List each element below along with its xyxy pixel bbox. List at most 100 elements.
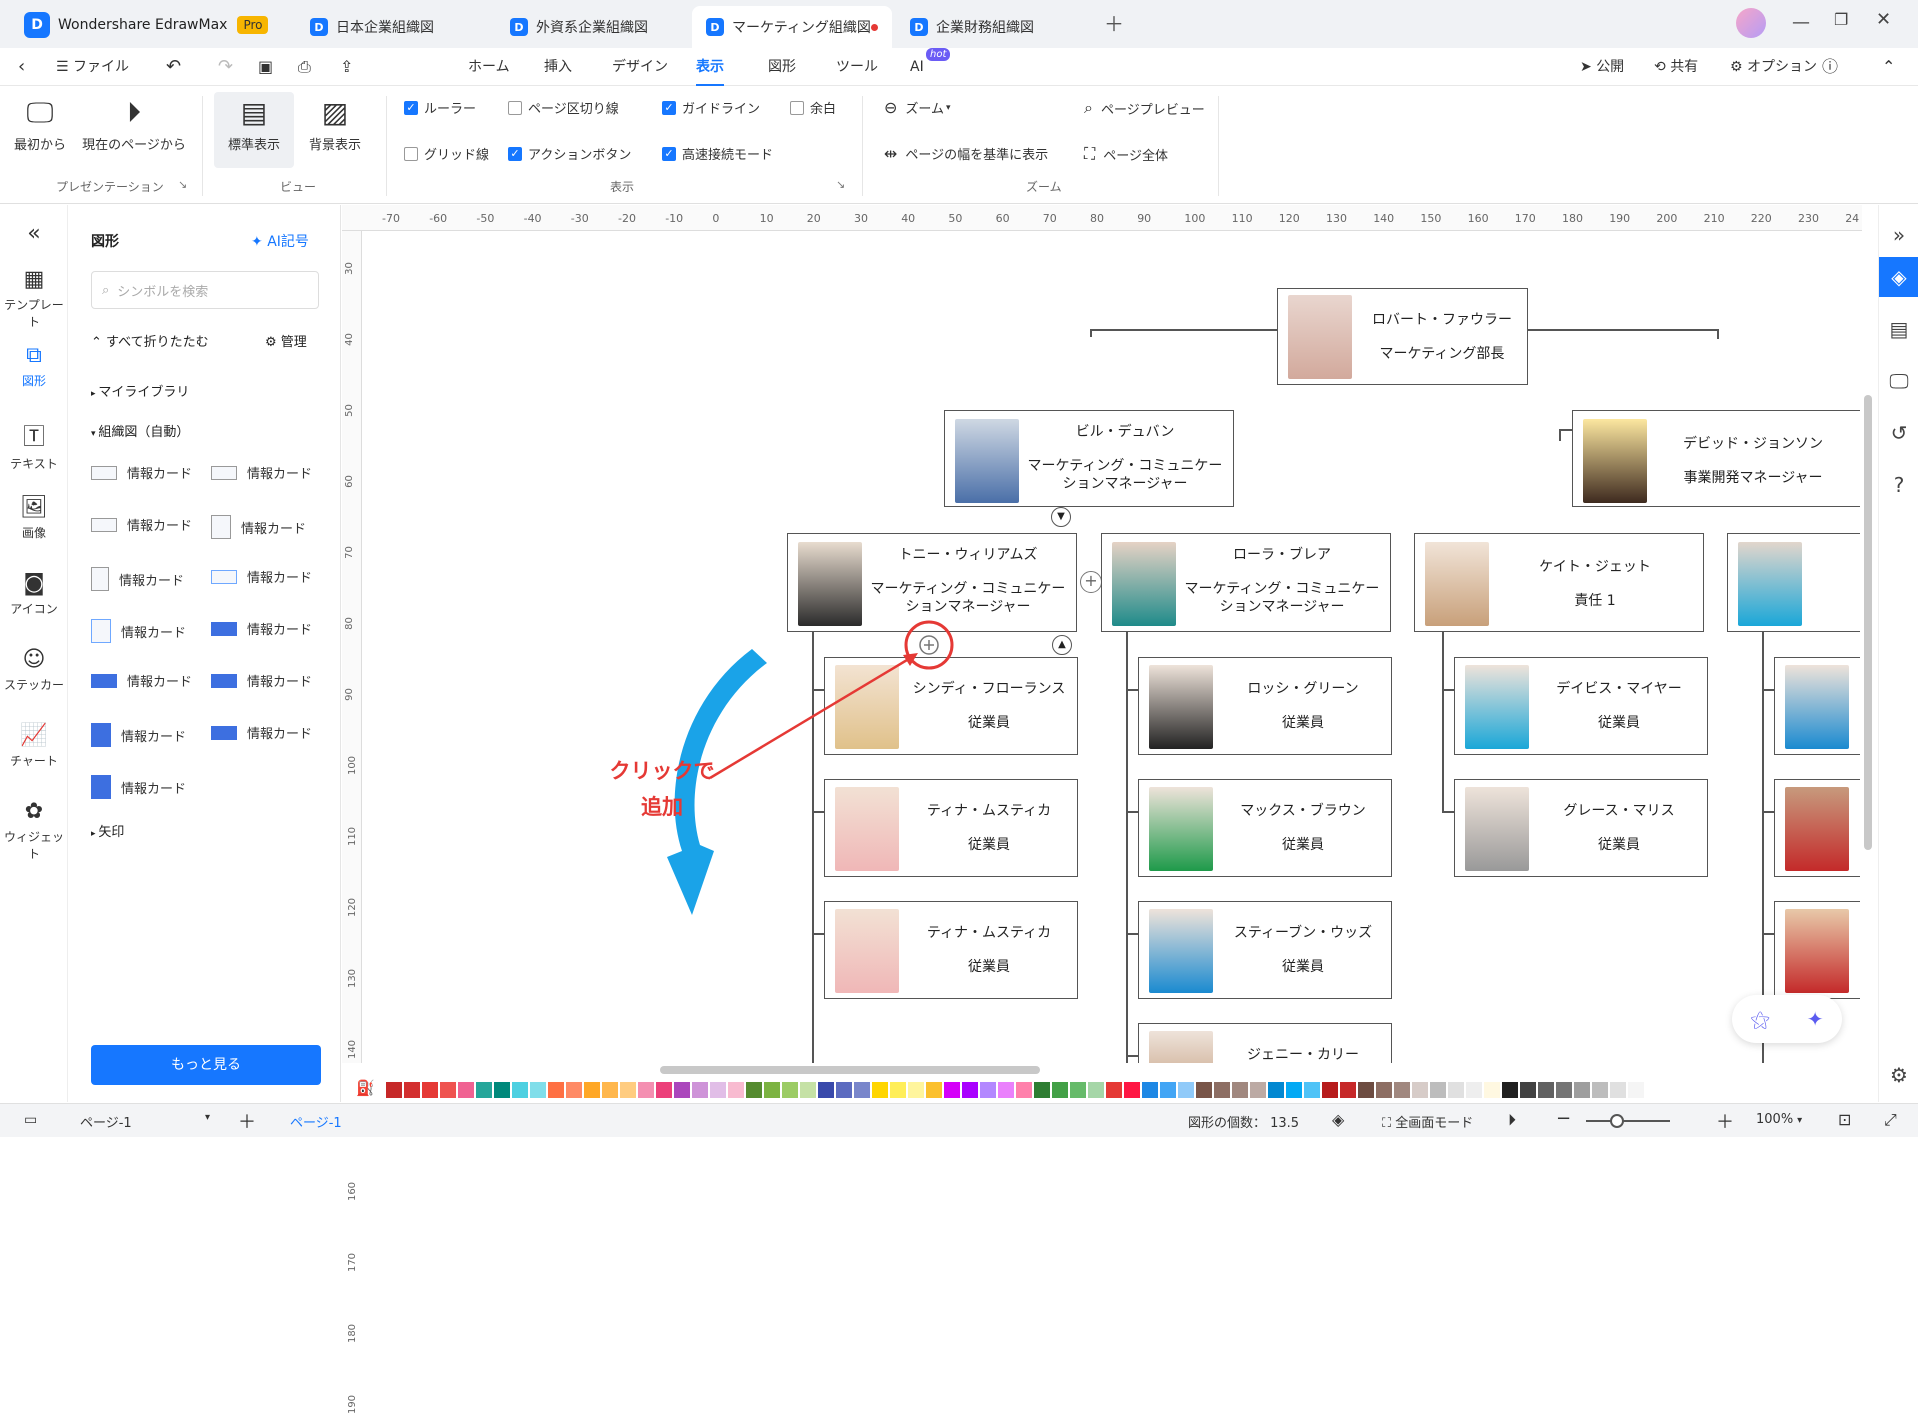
color-swatch[interactable] bbox=[692, 1082, 708, 1098]
tab-doc-4[interactable]: D 企業財務組織図 bbox=[896, 6, 1092, 48]
settings-gear-icon[interactable]: ⚙ bbox=[1879, 1055, 1918, 1095]
nav-chart[interactable]: 📈 チャート bbox=[0, 723, 68, 769]
page-select[interactable]: ページ-1 ▾ bbox=[80, 1112, 210, 1131]
color-swatch[interactable] bbox=[1394, 1082, 1410, 1098]
color-swatch[interactable] bbox=[674, 1082, 690, 1098]
standard-view-button[interactable]: ▤ 標準表示 bbox=[214, 92, 294, 168]
color-swatch[interactable] bbox=[1250, 1082, 1266, 1098]
color-swatch[interactable] bbox=[998, 1082, 1014, 1098]
manage-button[interactable]: ⚙ 管理 bbox=[265, 331, 307, 350]
color-swatch[interactable] bbox=[710, 1082, 726, 1098]
color-swatch[interactable] bbox=[944, 1082, 960, 1098]
color-swatch[interactable] bbox=[512, 1082, 528, 1098]
color-swatch[interactable] bbox=[584, 1082, 600, 1098]
color-swatch[interactable] bbox=[728, 1082, 744, 1098]
zoom-slider-thumb[interactable] bbox=[1610, 1114, 1624, 1128]
zoom-level[interactable]: 100% ▾ bbox=[1756, 1112, 1802, 1127]
color-swatch[interactable] bbox=[566, 1082, 582, 1098]
color-swatch[interactable] bbox=[1538, 1082, 1554, 1098]
color-swatch[interactable] bbox=[890, 1082, 906, 1098]
canvas[interactable]: ロバート・ファウラー マーケティング部長 ビル・デュバン マーケティング・コミュ… bbox=[362, 231, 1860, 1063]
undo-icon[interactable]: ↶ bbox=[166, 48, 181, 86]
collapse-all-button[interactable]: ⌃ すべて折りたたむ bbox=[91, 331, 209, 350]
color-swatch[interactable] bbox=[476, 1082, 492, 1098]
menu-ai[interactable]: AI bbox=[910, 48, 924, 86]
background-view-button[interactable]: ▨ 背景表示 bbox=[300, 96, 370, 153]
sparkle-icon[interactable]: ✦ bbox=[1807, 1007, 1824, 1031]
page-panel-icon[interactable]: ▭ bbox=[24, 1112, 37, 1128]
present-from-start-button[interactable]: 🖵 最初から bbox=[10, 96, 70, 153]
color-swatch[interactable] bbox=[746, 1082, 762, 1098]
margin-checkbox[interactable]: 余白 bbox=[790, 98, 836, 117]
info-card-shape[interactable]: 情報カード bbox=[91, 463, 192, 482]
color-swatch[interactable] bbox=[854, 1082, 870, 1098]
grid-checkbox[interactable]: グリッド線 bbox=[404, 144, 489, 163]
color-swatch[interactable] bbox=[818, 1082, 834, 1098]
info-card-shape[interactable]: 情報カード bbox=[211, 515, 306, 539]
expand-icon[interactable]: ⤢ bbox=[1884, 1110, 1897, 1130]
ruler-checkbox[interactable]: ✓ ルーラー bbox=[404, 98, 476, 117]
page-break-checkbox[interactable]: ページ区切り線 bbox=[508, 98, 619, 117]
presentation-expand-icon[interactable]: ↘ bbox=[178, 178, 187, 191]
info-card-shape[interactable]: 情報カード bbox=[211, 723, 312, 742]
zoom-out-icon[interactable]: − bbox=[1556, 1108, 1571, 1129]
action-button-checkbox[interactable]: ✓ アクションボタン bbox=[508, 144, 631, 163]
print-icon[interactable]: ⎙ bbox=[298, 48, 311, 86]
nav-sticker[interactable]: ☺ ステッカー bbox=[0, 647, 68, 693]
whole-page-button[interactable]: ⛶ ページ全体 bbox=[1084, 144, 1168, 164]
menu-view[interactable]: 表示 bbox=[696, 48, 724, 86]
info-card-shape[interactable]: 情報カード bbox=[211, 671, 312, 690]
share-button[interactable]: ⟲ 共有 bbox=[1654, 48, 1698, 86]
add-page-icon[interactable]: ＋ bbox=[238, 1108, 256, 1134]
color-swatch[interactable] bbox=[1124, 1082, 1140, 1098]
horizontal-scrollbar[interactable] bbox=[660, 1066, 1040, 1074]
properties-icon[interactable]: ▤ bbox=[1879, 309, 1918, 349]
color-swatch[interactable] bbox=[1142, 1082, 1158, 1098]
color-swatch[interactable] bbox=[1268, 1082, 1284, 1098]
color-swatch[interactable] bbox=[1034, 1082, 1050, 1098]
color-swatch[interactable] bbox=[1502, 1082, 1518, 1098]
color-swatch[interactable] bbox=[458, 1082, 474, 1098]
fill-bucket-icon[interactable]: ⛽ bbox=[356, 1079, 375, 1097]
color-swatch[interactable] bbox=[1070, 1082, 1086, 1098]
help-circle-icon[interactable]: ? bbox=[1879, 465, 1918, 505]
color-swatch[interactable] bbox=[1016, 1082, 1032, 1098]
fast-connect-checkbox[interactable]: ✓ 高速接続モード bbox=[662, 144, 773, 163]
color-swatch[interactable] bbox=[1376, 1082, 1392, 1098]
fullscreen-button[interactable]: ⛶ 全画面モード bbox=[1382, 1112, 1473, 1131]
info-card-shape[interactable]: 情報カード bbox=[211, 567, 312, 586]
color-swatch[interactable] bbox=[602, 1082, 618, 1098]
minimize-icon[interactable]: — bbox=[1792, 14, 1810, 32]
presentation-icon[interactable]: 🖵 bbox=[1879, 361, 1918, 401]
info-card-shape[interactable]: 情報カード bbox=[91, 515, 192, 534]
nav-image[interactable]: 🖼 画像 bbox=[0, 495, 68, 541]
color-swatch[interactable] bbox=[1556, 1082, 1572, 1098]
color-swatch[interactable] bbox=[908, 1082, 924, 1098]
tab-doc-3[interactable]: D マーケティング組織図 bbox=[692, 6, 892, 48]
collapse-ribbon-icon[interactable]: ⌃ bbox=[1882, 48, 1895, 86]
info-card-shape[interactable]: 情報カード bbox=[91, 567, 184, 591]
vertical-scrollbar[interactable] bbox=[1864, 395, 1872, 850]
color-swatch[interactable] bbox=[386, 1082, 402, 1098]
info-card-shape[interactable]: 情報カード bbox=[91, 775, 186, 799]
color-swatch[interactable] bbox=[1304, 1082, 1320, 1098]
magic-wand-icon[interactable]: ⚝ bbox=[1750, 1007, 1769, 1031]
color-swatch[interactable] bbox=[1322, 1082, 1338, 1098]
color-swatch[interactable] bbox=[926, 1082, 942, 1098]
color-swatch[interactable] bbox=[1358, 1082, 1374, 1098]
color-swatch[interactable] bbox=[1520, 1082, 1536, 1098]
zoom-slider[interactable] bbox=[1586, 1120, 1670, 1122]
color-swatch[interactable] bbox=[656, 1082, 672, 1098]
publish-button[interactable]: ➤ 公開 bbox=[1580, 48, 1624, 86]
page-tab-active[interactable]: ページ-1 bbox=[290, 1112, 342, 1131]
expand-right-panel-icon[interactable]: » bbox=[1879, 215, 1918, 255]
color-swatch[interactable] bbox=[836, 1082, 852, 1098]
zoom-dropdown[interactable]: ⊖ ズーム ▾ bbox=[884, 98, 951, 117]
fit-width-button[interactable]: ⇹ ページの幅を基準に表示 bbox=[884, 144, 1048, 163]
color-swatch[interactable] bbox=[1196, 1082, 1212, 1098]
info-card-shape[interactable]: 情報カード bbox=[211, 463, 312, 482]
color-swatch[interactable] bbox=[1448, 1082, 1464, 1098]
color-swatch[interactable] bbox=[962, 1082, 978, 1098]
color-swatch[interactable] bbox=[1412, 1082, 1428, 1098]
info-card-shape[interactable]: 情報カード bbox=[91, 671, 192, 690]
